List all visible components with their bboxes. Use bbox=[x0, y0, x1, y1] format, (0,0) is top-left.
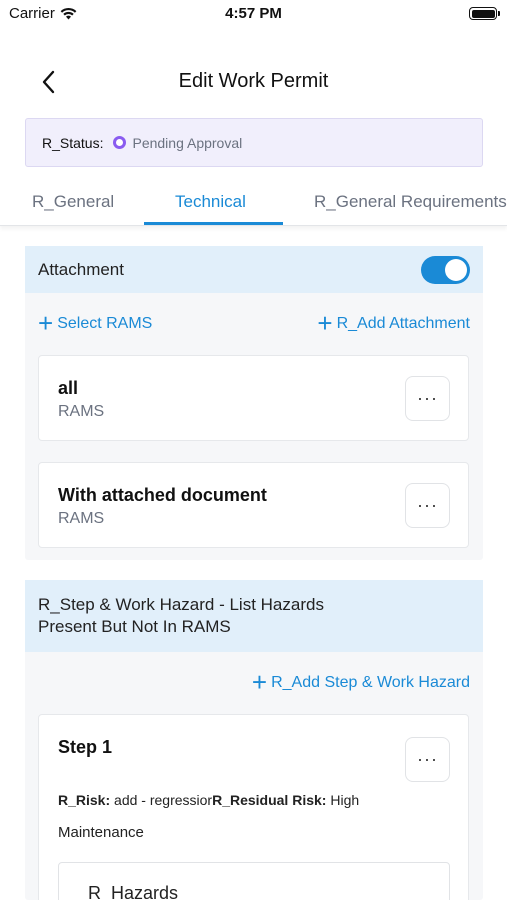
risk-label: R_Risk: bbox=[58, 792, 111, 808]
attachment-card-title: all bbox=[58, 378, 79, 398]
more-icon: ··· bbox=[417, 388, 438, 408]
attachment-card-title: With attached document bbox=[58, 485, 267, 505]
more-options-button[interactable]: ··· bbox=[405, 376, 450, 421]
status-value: Pending Approval bbox=[132, 134, 243, 151]
plus-icon: + bbox=[317, 308, 333, 338]
attachment-card[interactable]: all RAMS ··· bbox=[38, 355, 469, 441]
tab-general[interactable]: R_General bbox=[32, 192, 114, 212]
add-step-hazard-button[interactable]: + R_Add Step & Work Hazard bbox=[251, 667, 470, 697]
plus-icon: + bbox=[38, 308, 54, 338]
add-step-hazard-label: R_Add Step & Work Hazard bbox=[271, 674, 470, 691]
step-card[interactable]: Step 1 ··· R_Risk: add - regressiorR_Res… bbox=[38, 714, 469, 900]
attachment-title: Attachment bbox=[38, 260, 124, 279]
more-options-button[interactable]: ··· bbox=[405, 737, 450, 782]
tab-technical[interactable]: Technical bbox=[175, 192, 246, 212]
attachment-toggle[interactable] bbox=[421, 256, 470, 284]
residual-risk-label: R_Residual Risk: bbox=[212, 792, 327, 808]
step-hazard-section: R_Step & Work Hazard - List Hazards Pres… bbox=[25, 580, 483, 900]
attachment-card[interactable]: With attached document RAMS ··· bbox=[38, 462, 469, 548]
step-hazard-title-line1: R_Step & Work Hazard - List Hazards bbox=[38, 595, 324, 614]
hazards-box[interactable]: R_Hazards bbox=[58, 862, 450, 900]
attachment-section: Attachment + Select RAMS + R_Add Attachm… bbox=[25, 246, 483, 560]
status-dot-icon bbox=[113, 136, 127, 149]
step-hazard-title-line2: Present But Not In RAMS bbox=[38, 617, 231, 636]
tab-bar: R_General Technical R_General Requiremen… bbox=[0, 176, 507, 226]
risk-line: R_Risk: add - regressiorR_Residual Risk:… bbox=[58, 792, 359, 808]
add-attachment-button[interactable]: + R_Add Attachment bbox=[317, 308, 470, 338]
select-rams-button[interactable]: + Select RAMS bbox=[38, 308, 153, 338]
toggle-knob bbox=[445, 259, 467, 281]
residual-risk-value: High bbox=[330, 792, 360, 808]
plus-icon: + bbox=[251, 667, 268, 697]
risk-value: add - regressior bbox=[114, 792, 213, 808]
select-rams-label: Select RAMS bbox=[57, 315, 153, 332]
status-card: R_Status: Pending Approval bbox=[25, 118, 483, 167]
hazards-label: R_Hazards bbox=[88, 883, 179, 900]
step-title: Step 1 bbox=[58, 737, 113, 757]
battery-icon bbox=[469, 7, 500, 20]
page-title: Edit Work Permit bbox=[178, 70, 329, 92]
navigation-bar: Edit Work Permit bbox=[0, 56, 507, 108]
step-hazard-header: R_Step & Work Hazard - List Hazards Pres… bbox=[25, 580, 483, 652]
more-options-button[interactable]: ··· bbox=[405, 483, 450, 528]
active-tab-indicator bbox=[144, 222, 283, 225]
attachment-card-subtitle: RAMS bbox=[58, 510, 105, 527]
more-icon: ··· bbox=[417, 749, 438, 769]
add-attachment-label: R_Add Attachment bbox=[336, 315, 470, 332]
attachment-card-subtitle: RAMS bbox=[58, 403, 105, 420]
clock: 4:57 PM bbox=[225, 5, 282, 22]
attachment-header: Attachment bbox=[25, 246, 483, 293]
status-bar: Carrier 4:57 PM bbox=[0, 0, 507, 28]
tab-general-requirements[interactable]: R_General Requirements bbox=[314, 192, 507, 212]
status-label: R_Status: bbox=[42, 134, 104, 151]
step-category: Maintenance bbox=[58, 824, 144, 841]
more-icon: ··· bbox=[417, 495, 438, 515]
